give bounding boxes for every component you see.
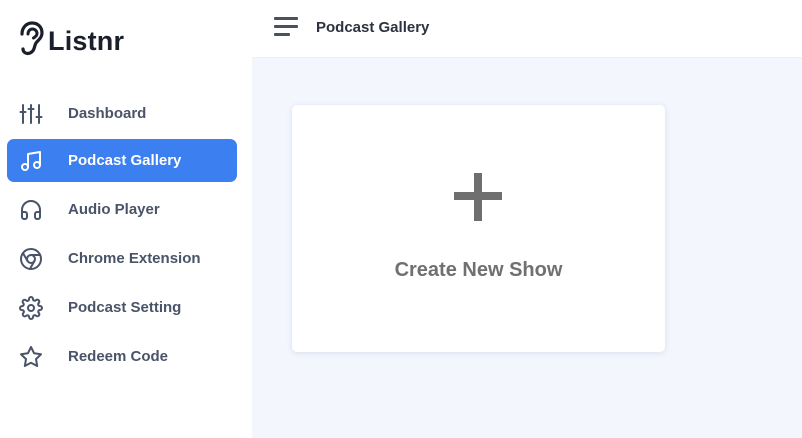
sidebar-item-label: Redeem Code: [68, 348, 169, 365]
sidebar-item-podcast-setting[interactable]: Podcast Setting: [7, 286, 237, 329]
sidebar: Listnr Dashboard Podcast Gallery Audio P…: [0, 0, 252, 438]
sidebar-item-dashboard[interactable]: Dashboard: [7, 92, 237, 135]
headphones-icon: [19, 198, 43, 222]
app-logo[interactable]: Listnr: [18, 20, 125, 62]
sliders-icon: [19, 102, 43, 126]
ear-logo-icon: [18, 20, 44, 62]
app-name: Listnr: [48, 25, 125, 56]
sidebar-item-label: Audio Player: [68, 201, 160, 218]
create-new-show-card[interactable]: Create New Show: [292, 105, 665, 352]
top-bar: Podcast Gallery: [252, 0, 802, 58]
sidebar-item-podcast-gallery[interactable]: Podcast Gallery: [7, 139, 237, 182]
sidebar-item-label: Podcast Gallery: [68, 152, 182, 169]
plus-icon: [454, 173, 502, 221]
sidebar-item-label: Dashboard: [68, 105, 147, 122]
sidebar-item-chrome-extension[interactable]: Chrome Extension: [7, 237, 237, 280]
sidebar-item-label: Podcast Setting: [68, 299, 182, 316]
chrome-icon: [19, 247, 43, 271]
main-content: Create New Show: [252, 58, 802, 438]
sidebar-item-label: Chrome Extension: [68, 250, 201, 267]
music-note-icon: [19, 149, 43, 173]
page-title: Podcast Gallery: [316, 19, 430, 36]
create-new-show-label: Create New Show: [394, 259, 563, 281]
gear-icon: [19, 296, 43, 320]
sidebar-item-redeem-code[interactable]: Redeem Code: [7, 335, 237, 378]
sidebar-item-audio-player[interactable]: Audio Player: [7, 188, 237, 231]
star-icon: [19, 345, 43, 369]
hamburger-menu-icon[interactable]: [274, 17, 298, 39]
